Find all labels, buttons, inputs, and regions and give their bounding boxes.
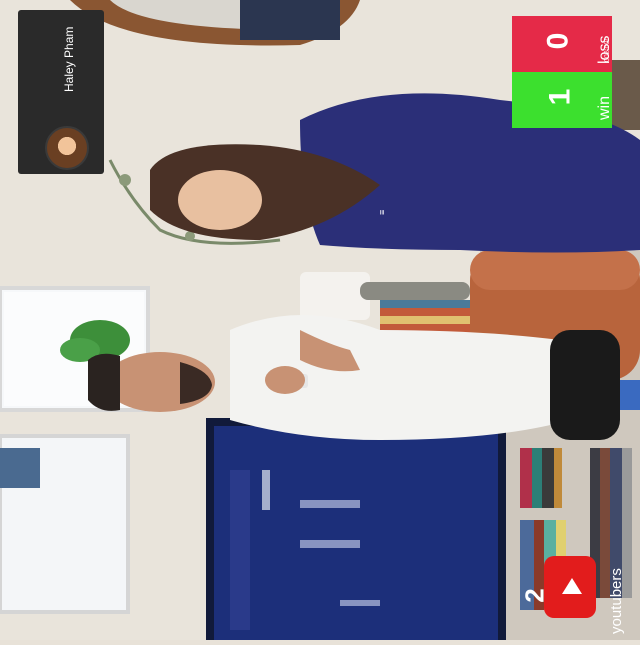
scoreboard-counter: 002:00/ [604, 38, 611, 62]
streamer-card[interactable]: Haley Pham [18, 10, 104, 174]
streamer-avatar [45, 126, 89, 170]
youtube-play-icon [562, 578, 582, 594]
win-count: 1 [543, 88, 577, 106]
youtuber-count: 2 [519, 588, 550, 603]
svg-text:≡: ≡ [377, 210, 387, 215]
loss-count: 0 [541, 32, 575, 50]
youtube-badge[interactable] [544, 556, 596, 618]
loss-panel: 0 loss [512, 16, 613, 72]
youtubers-label: youtubers [608, 568, 625, 634]
win-panel: 1 win [512, 72, 613, 128]
scoreboard: 0 loss 1 win [512, 16, 613, 128]
win-label: win [596, 95, 613, 120]
streamer-name: Haley Pham [62, 26, 76, 92]
